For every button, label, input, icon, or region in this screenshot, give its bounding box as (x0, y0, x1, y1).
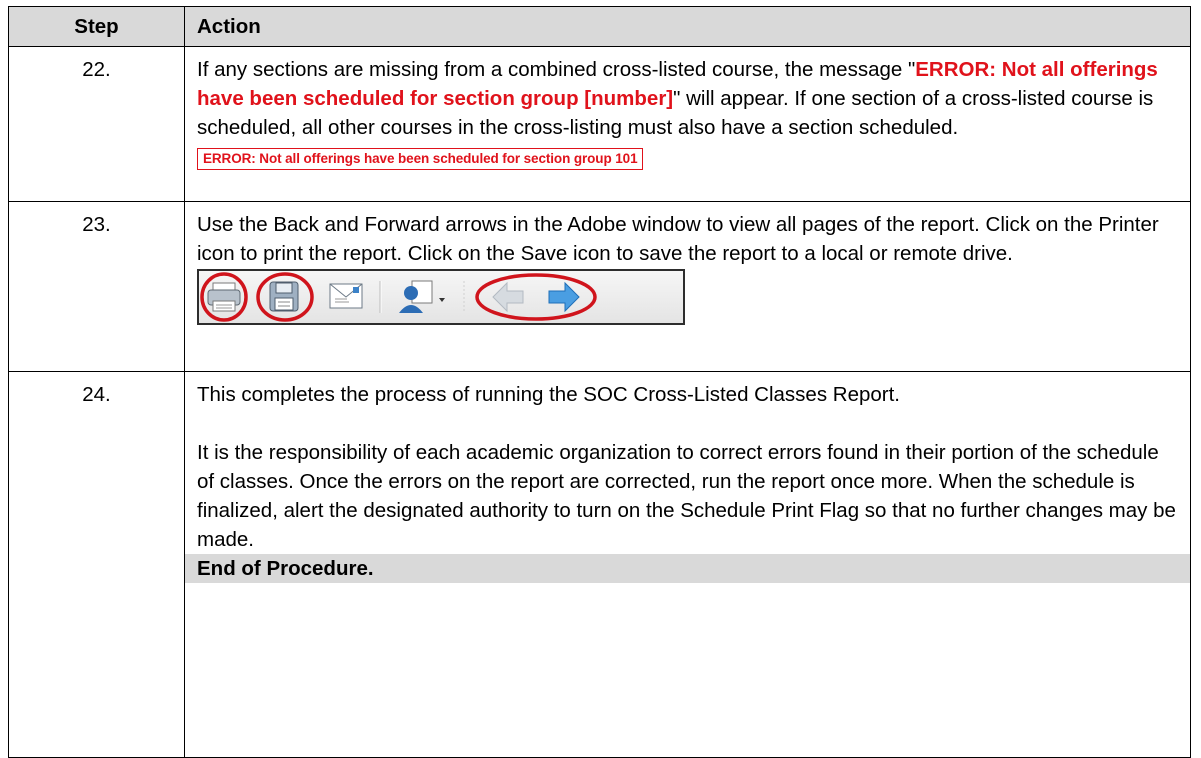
table-row: 23. Use the Back and Forward arrows in t… (8, 201, 1191, 372)
step-24-paragraph: It is the responsibility of each academi… (197, 441, 1176, 551)
adobe-toolbar-screenshot (197, 269, 685, 325)
end-of-procedure: End of Procedure. (185, 554, 1190, 583)
user-share-icon (399, 280, 445, 313)
forward-arrow-icon (548, 281, 580, 313)
action-cell: Use the Back and Forward arrows in the A… (184, 201, 1191, 372)
table-header-row: Step Action (8, 6, 1191, 47)
table-row: 22. If any sections are missing from a c… (8, 46, 1191, 202)
printer-icon (207, 282, 241, 312)
action-cell: If any sections are missing from a combi… (184, 46, 1191, 202)
step-column-header: Step (8, 6, 185, 47)
action-column-header: Action (184, 6, 1191, 47)
procedure-table: Step Action 22. If any sections are miss… (8, 6, 1191, 758)
step-number: 22. (8, 46, 185, 202)
action-cell: This completes the process of running th… (184, 371, 1191, 758)
back-arrow-icon (492, 281, 524, 313)
step-22-text-before: If any sections are missing from a combi… (197, 58, 916, 81)
step-24-text: This completes the process of running th… (197, 383, 900, 406)
step-23-text: Use the Back and Forward arrows in the A… (197, 213, 1159, 265)
step-22-text: If any sections are missing from a combi… (197, 55, 1178, 142)
save-icon (269, 281, 299, 312)
table-row: 24. This completes the process of runnin… (8, 371, 1191, 758)
email-icon (329, 283, 363, 309)
error-message-screenshot: ERROR: Not all offerings have been sched… (197, 148, 644, 170)
step-number: 24. (8, 371, 185, 758)
step-number: 23. (8, 201, 185, 372)
